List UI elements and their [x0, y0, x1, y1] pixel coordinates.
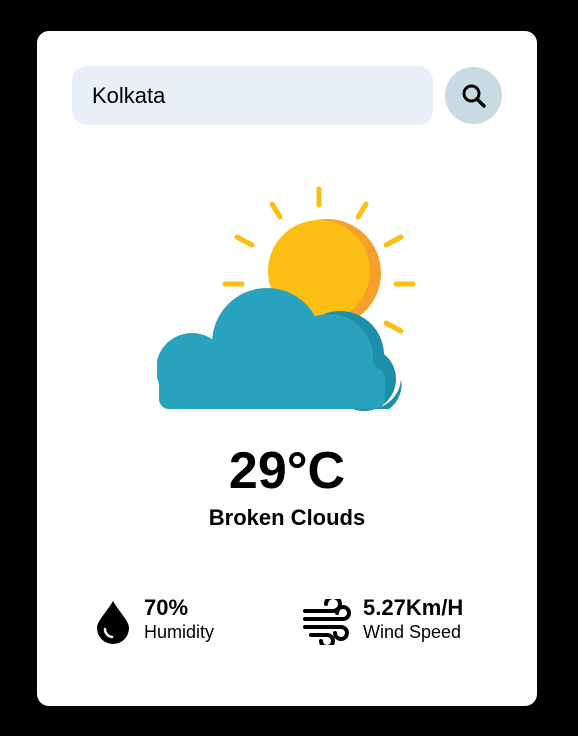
water-drop-icon [97, 601, 129, 644]
search-icon [462, 84, 486, 108]
wind-speed-value: 5.27Km/H [363, 595, 464, 620]
search-bar [72, 66, 502, 126]
humidity-value: 70% [144, 595, 189, 620]
wind-speed-label: Wind Speed [363, 622, 462, 642]
wind-stat: 5.27Km/H Wind Speed [303, 595, 503, 647]
humidity-stat: 70% Humidity [95, 595, 255, 647]
weather-condition: Broken Clouds [208, 505, 366, 530]
wind-icon [303, 599, 351, 645]
weather-card: 29°C Broken Clouds 70% Humidity 5.27Km/H… [37, 31, 537, 706]
temperature: 29°C [228, 442, 346, 500]
search-button[interactable] [445, 67, 502, 124]
sun-behind-cloud-icon [157, 186, 416, 411]
humidity-label: Humidity [144, 622, 215, 642]
city-search-input[interactable] [72, 66, 433, 125]
